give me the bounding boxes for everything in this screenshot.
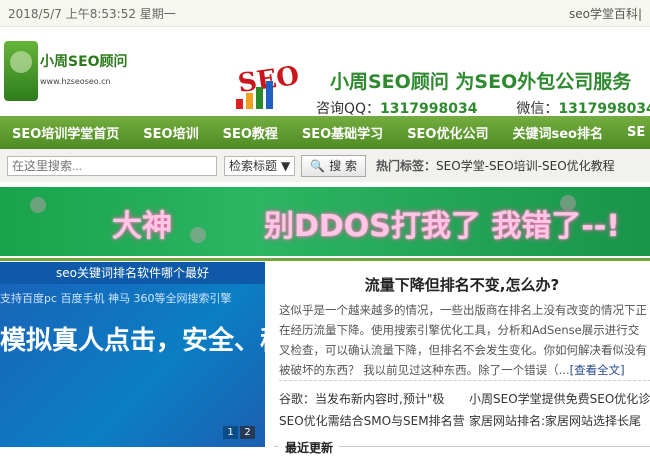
search-button-label: 搜 索 [329,159,358,173]
nav-item-keyword-ranking[interactable]: 关键词seo排名 [500,123,615,142]
search-scope-value: 检索标题 [229,159,278,173]
search-bar: 检索标题 ▼ 🔍 搜 索 热门标签：SEO学堂-SEO培训-SEO优化教程 [0,149,650,182]
slide-headline: 模拟真人点击，安全、稳 [0,326,265,356]
nav-item-seo-company[interactable]: SEO优化公司 [395,123,500,142]
search-icon: 🔍 [310,158,326,173]
qq-label: 咨询QQ： [316,101,381,117]
banner[interactable]: 大神 别DDOS打我了 我错了--! [0,187,650,256]
nav-item-seo-basics[interactable]: SEO基础学习 [290,123,395,142]
banner-text-2: 别DDOS打我了 我错了--! [264,209,620,244]
nav-item-more[interactable]: SE [615,125,650,140]
hot-tags-links[interactable]: SEO学堂-SEO培训-SEO优化教程 [436,159,615,173]
header-slogan: 小周SEO顾问 为SEO外包公司服务 [330,71,632,93]
logo-url: www.hzseoseo.cn [40,77,111,86]
chevron-down-icon: ▼ [281,158,291,173]
slide-pager: 1 2 [223,426,255,439]
read-more-link[interactable]: [查看全文] [570,363,625,377]
qq-number: 1317998034 [380,101,478,117]
related-link-3[interactable]: SEO优化需结合SMO与SEM排名营 [279,412,465,429]
slide-caption[interactable]: seo关键词排名软件哪个最好 [0,262,265,284]
article-summary: 这似乎是一个越来越多的情况，一些出版商在排名上没有改变的情况下正在经历流量下降。… [279,300,649,380]
nav-item-seo-training[interactable]: SEO培训 [131,123,210,142]
site-header: 小周SEO顾问 www.hzseoseo.cn SEO 小周SEO顾问 为SEO… [0,27,650,118]
latest-updates-heading: 最近更新 [279,439,340,456]
bar-graphic-icon [236,81,273,109]
main-nav: SEO培训学堂首页 SEO培训 SEO教程 SEO基础学习 SEO优化公司 关键… [0,116,650,149]
featured-article: 流量下降但排名不变,怎么办? 这似乎是一个越来越多的情况，一些出版商在排名上没有… [274,262,650,456]
related-link-1[interactable]: 谷歌：当发布新内容时,预计"极 [279,390,444,407]
search-button[interactable]: 🔍 搜 索 [301,154,367,177]
seo-graphic: SEO [232,59,302,113]
related-link-4[interactable]: 家居网站排名:家居网站选择长尾 [469,412,641,429]
logo-title[interactable]: 小周SEO顾问 [40,51,128,71]
related-link-2[interactable]: 小周SEO学堂提供免费SEO优化诊 [469,390,650,407]
search-scope-select[interactable]: 检索标题 ▼ [224,155,296,176]
nav-item-home[interactable]: SEO培训学堂首页 [0,123,131,142]
divider [279,380,650,381]
banner-text-1: 大神 [112,209,172,244]
wechat-label: 微信： [516,101,559,117]
contact-info: 咨询QQ：1317998034 微信：1317998034 [316,98,650,118]
hot-tags: 热门标签：SEO学堂-SEO培训-SEO优化教程 [376,157,615,174]
datetime-text: 2018/5/7 上午8:53:52 星期一 [8,6,176,21]
search-input[interactable] [7,155,217,176]
slide-subtext: 支持百度pc 百度手机 神马 360等全网搜索引擎 [0,292,232,305]
hot-tags-label: 热门标签： [376,159,437,173]
top-right-link[interactable]: seo学堂百科| [569,5,642,22]
slide-page-1[interactable]: 1 [223,426,238,439]
top-bar: 2018/5/7 上午8:53:52 星期一 seo学堂百科| [0,0,650,27]
slideshow[interactable]: seo关键词排名软件哪个最好 支持百度pc 百度手机 神马 360等全网搜索引擎… [0,262,265,447]
article-title[interactable]: 流量下降但排名不变,怎么办? [274,274,650,295]
section-divider [0,258,650,261]
nav-item-seo-tutorial[interactable]: SEO教程 [211,123,290,142]
slide-page-2[interactable]: 2 [240,426,255,439]
wechat-number: 1317998034 [558,101,650,117]
logo-icon[interactable] [4,41,38,101]
